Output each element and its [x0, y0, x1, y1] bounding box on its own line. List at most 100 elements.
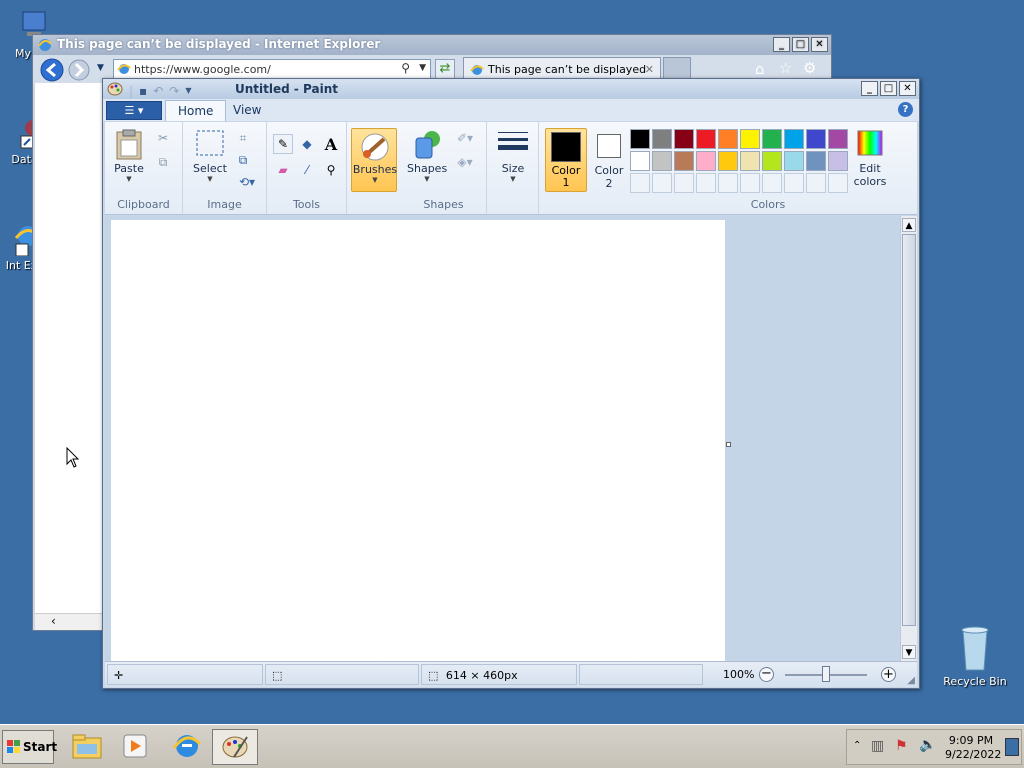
qat-customize-icon[interactable]: ▼ — [185, 86, 191, 95]
select-dropdown-icon[interactable]: ▼ — [191, 175, 229, 183]
forward-button[interactable] — [67, 58, 91, 85]
palette-swatch[interactable] — [740, 129, 760, 149]
text-icon[interactable]: A — [321, 134, 341, 154]
palette-swatch[interactable] — [828, 151, 848, 171]
brushes-dropdown-icon[interactable]: ▼ — [352, 176, 398, 184]
cut-icon[interactable]: ✂ — [153, 128, 173, 148]
pencil-icon[interactable]: ✎ — [273, 134, 293, 154]
eraser-icon[interactable]: ▰ — [273, 160, 293, 180]
ie-titlebar[interactable]: This page can’t be displayed - Internet … — [33, 35, 831, 55]
palette-custom-swatch[interactable] — [740, 173, 760, 193]
size-button[interactable]: Size ▼ — [493, 128, 533, 183]
canvas-area[interactable] — [105, 216, 900, 661]
close-button[interactable]: ✕ — [899, 81, 916, 96]
scroll-up-arrow-icon[interactable]: ▲ — [902, 218, 916, 232]
back-button[interactable] — [39, 57, 65, 86]
palette-swatch[interactable] — [674, 151, 694, 171]
address-bar[interactable]: https://www.google.com/ ⚲ ▼ — [113, 59, 431, 79]
outline-icon[interactable]: ✐▾ — [451, 128, 479, 148]
redo-icon[interactable]: ↷ — [169, 84, 179, 98]
copy-icon[interactable]: ⧉ — [153, 152, 173, 172]
resize-grip-icon[interactable]: ◢ — [907, 675, 915, 686]
edit-colors-button[interactable]: Edit colors — [849, 128, 891, 188]
palette-custom-swatch[interactable] — [630, 173, 650, 193]
palette-swatch[interactable] — [784, 129, 804, 149]
paste-dropdown-icon[interactable]: ▼ — [111, 175, 147, 183]
palette-swatch[interactable] — [674, 129, 694, 149]
select-button[interactable]: Select ▼ — [191, 128, 229, 183]
palette-custom-swatch[interactable] — [718, 173, 738, 193]
close-button[interactable]: ✕ — [811, 37, 828, 52]
tab-view[interactable]: View — [221, 100, 273, 121]
palette-swatch[interactable] — [718, 129, 738, 149]
palette-swatch[interactable] — [696, 151, 716, 171]
brushes-button[interactable]: Brushes ▼ — [351, 128, 397, 192]
canvas-resize-handle-right[interactable] — [726, 442, 731, 447]
paint-window[interactable]: | ▪ ↶ ↷ ▼ Untitled - Paint _ □ ✕ ☰ ▾ Hom… — [102, 78, 920, 689]
palette-swatch[interactable] — [630, 129, 650, 149]
taskbar-internet-explorer[interactable] — [164, 729, 210, 765]
palette-swatch[interactable] — [828, 129, 848, 149]
palette-swatch[interactable] — [696, 129, 716, 149]
address-dropdown-icon[interactable]: ▼ — [419, 63, 426, 73]
rotate-icon[interactable]: ⟲▾ — [233, 172, 261, 192]
paste-button[interactable]: Paste ▼ — [111, 128, 147, 183]
palette-custom-swatch[interactable] — [784, 173, 804, 193]
search-icon[interactable]: ⚲ — [401, 61, 410, 75]
fill-icon[interactable]: ◈▾ — [451, 152, 479, 172]
palette-custom-swatch[interactable] — [674, 173, 694, 193]
volume-icon[interactable]: 🔈 — [919, 737, 936, 753]
palette-swatch[interactable] — [652, 129, 672, 149]
taskbar-explorer[interactable] — [64, 729, 110, 765]
paint-titlebar[interactable]: | ▪ ↶ ↷ ▼ Untitled - Paint _ □ ✕ — [103, 79, 919, 99]
size-dropdown-icon[interactable]: ▼ — [493, 175, 533, 183]
action-center-icon[interactable]: ⚑ — [895, 738, 908, 754]
palette-swatch[interactable] — [740, 151, 760, 171]
favorites-star-icon[interactable]: ☆ — [779, 59, 792, 77]
palette-swatch[interactable] — [652, 151, 672, 171]
drawing-canvas[interactable] — [111, 220, 725, 661]
palette-custom-swatch[interactable] — [828, 173, 848, 193]
minimize-button[interactable]: _ — [773, 37, 790, 52]
crop-icon[interactable]: ⌗ — [233, 128, 253, 148]
palette-swatch[interactable] — [762, 129, 782, 149]
resize-icon[interactable]: ⧉ — [233, 150, 253, 170]
color2-button[interactable]: Color 2 — [591, 128, 627, 190]
palette-custom-swatch[interactable] — [696, 173, 716, 193]
scroll-down-arrow-icon[interactable]: ▼ — [902, 645, 916, 659]
color-picker-icon[interactable]: ⁄ — [297, 160, 317, 180]
tab-home[interactable]: Home — [165, 100, 227, 121]
gear-icon[interactable]: ⚙ — [803, 59, 816, 77]
refresh-button[interactable]: ⇄ — [435, 59, 455, 79]
shapes-button[interactable]: Shapes ▼ — [407, 128, 447, 183]
clock[interactable]: 9:09 PM 9/22/2022 — [945, 734, 1001, 762]
desktop-icon-recycle-bin[interactable]: Recycle Bin — [942, 624, 1008, 688]
zoom-in-button[interactable]: + — [881, 667, 896, 682]
history-dropdown-icon[interactable]: ▼ — [97, 63, 104, 73]
show-hidden-icons-icon[interactable]: ⌃ — [853, 740, 861, 751]
start-button[interactable]: Start — [2, 730, 57, 764]
vertical-scrollbar[interactable]: ▲ ▼ — [900, 216, 917, 661]
palette-swatch[interactable] — [762, 151, 782, 171]
zoom-slider-thumb[interactable] — [822, 666, 830, 682]
palette-swatch[interactable] — [784, 151, 804, 171]
palette-custom-swatch[interactable] — [762, 173, 782, 193]
horizontal-scrollbar[interactable]: ‹ — [35, 613, 105, 630]
maximize-button[interactable]: □ — [792, 37, 809, 52]
palette-swatch[interactable] — [806, 151, 826, 171]
palette-custom-swatch[interactable] — [652, 173, 672, 193]
scroll-left-arrow-icon[interactable]: ‹ — [51, 614, 56, 628]
network-icon[interactable]: ▥ — [871, 738, 884, 754]
home-icon[interactable]: ⌂ — [755, 60, 765, 78]
taskbar-paint[interactable] — [212, 729, 258, 765]
help-icon[interactable]: ? — [898, 102, 913, 117]
scrollbar-thumb[interactable] — [902, 234, 916, 626]
show-desktop-button[interactable] — [1005, 738, 1019, 756]
zoom-out-button[interactable]: − — [759, 667, 774, 682]
tab-close-icon[interactable]: ✕ — [645, 63, 654, 76]
palette-swatch[interactable] — [630, 151, 650, 171]
color1-button[interactable]: Color 1 — [545, 128, 587, 192]
paint-menu-button[interactable]: ☰ ▾ — [106, 101, 162, 120]
shapes-dropdown-icon[interactable]: ▼ — [407, 175, 447, 183]
fill-bucket-icon[interactable]: ◆ — [297, 134, 317, 154]
